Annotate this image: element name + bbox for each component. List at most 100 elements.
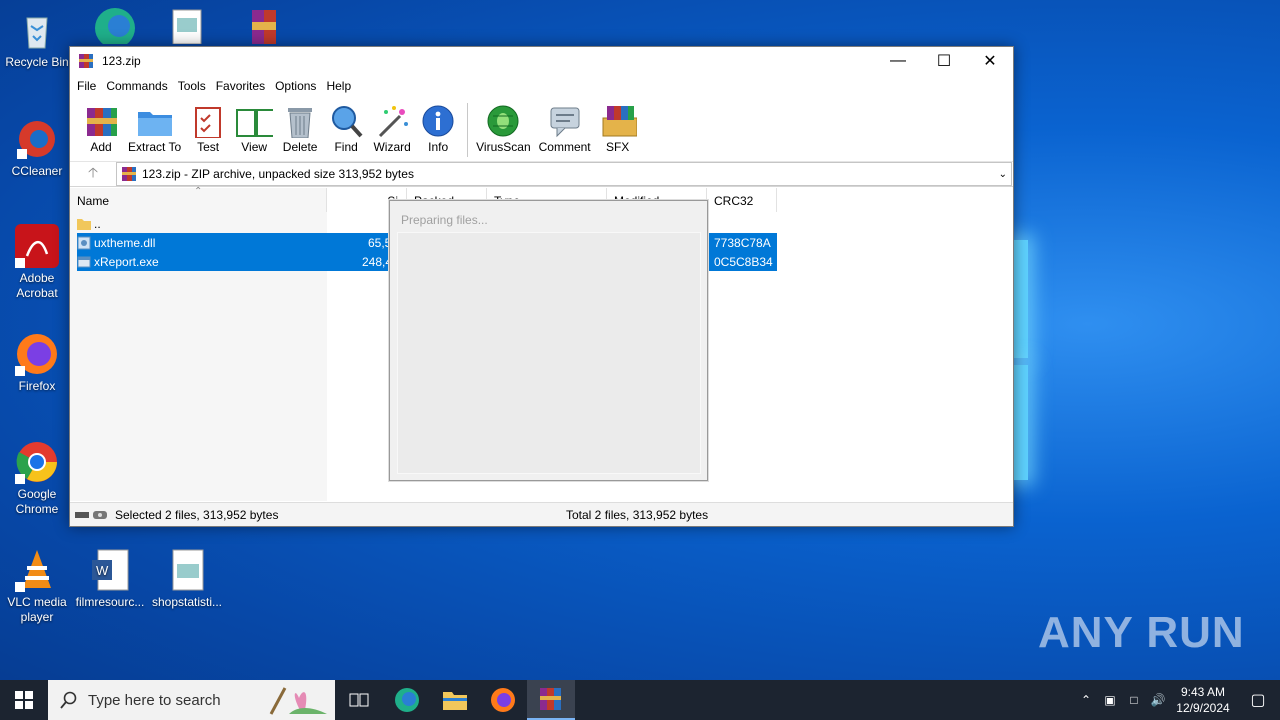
- folder-icon: [443, 692, 467, 710]
- minimize-button[interactable]: —: [875, 47, 921, 75]
- test-button[interactable]: Test: [189, 97, 227, 154]
- edge-icon: [91, 4, 135, 48]
- volume-icon[interactable]: 🔊: [1146, 693, 1170, 707]
- desktop-icon-image-file[interactable]: [151, 4, 223, 51]
- dialog-content-area: [397, 232, 701, 474]
- taskbar-winrar[interactable]: [527, 680, 575, 720]
- status-selected: Selected 2 files, 313,952 bytes: [115, 507, 279, 522]
- desktop-icon-label: Firefox: [18, 379, 56, 393]
- menu-favorites[interactable]: Favorites: [211, 79, 270, 93]
- up-arrow-icon[interactable]: 🡡: [70, 162, 116, 186]
- desktop-icon-ccleaner[interactable]: CCleaner: [1, 117, 73, 179]
- book-icon: [235, 103, 274, 139]
- sort-arrow-icon: ⌃: [194, 186, 203, 197]
- desktop-icon-firefox[interactable]: Firefox: [1, 332, 73, 394]
- clock-date: 12/9/2024: [1176, 701, 1230, 715]
- acrobat-icon: [15, 224, 59, 268]
- word-document-icon: W: [88, 548, 132, 592]
- desktop-icon-label: Google Chrome: [15, 487, 59, 516]
- clock[interactable]: 9:43 AM 12/9/2024: [1170, 684, 1236, 716]
- close-button[interactable]: ✕: [967, 47, 1013, 75]
- find-button[interactable]: Find: [327, 97, 365, 154]
- vlc-icon: [15, 548, 59, 592]
- toolbar: Add Extract To Test View Delete Find Wiz…: [70, 97, 1013, 162]
- task-view-icon: [349, 693, 369, 707]
- svg-text:W: W: [96, 563, 109, 578]
- virus-scan-icon: [484, 103, 522, 139]
- desktop-icon-edge[interactable]: [77, 4, 149, 51]
- comment-icon: [546, 103, 584, 139]
- image-file-icon: [165, 548, 209, 592]
- sfx-button[interactable]: SFX: [599, 97, 637, 154]
- anyrun-watermark: ANY RUN: [1038, 608, 1245, 657]
- desktop-icon-chrome[interactable]: Google Chrome: [1, 440, 73, 517]
- extract-to-button[interactable]: Extract To: [128, 97, 181, 154]
- window-title: 123.zip: [102, 54, 141, 68]
- search-box[interactable]: Type here to search: [48, 680, 335, 720]
- magic-wand-icon: [373, 103, 411, 139]
- column-name[interactable]: Name ⌃: [70, 186, 327, 212]
- info-icon: [419, 103, 457, 139]
- desktop-icon-label: Adobe Acrobat: [16, 271, 58, 300]
- preparing-files-dialog: Preparing files...: [389, 200, 708, 481]
- menu-commands[interactable]: Commands: [101, 79, 172, 93]
- system-tray: ⌃ ▣ □ 🔊 9:43 AM 12/9/2024 ▢: [1074, 680, 1280, 720]
- comment-button[interactable]: Comment: [539, 97, 591, 154]
- meet-now-icon[interactable]: ▣: [1098, 693, 1122, 707]
- virusscan-button[interactable]: VirusScan: [476, 97, 531, 154]
- chrome-icon: [15, 440, 59, 484]
- task-view-button[interactable]: [335, 680, 383, 720]
- status-bar: Selected 2 files, 313,952 bytes Total 2 …: [70, 502, 1013, 526]
- folder-icon: [136, 103, 174, 139]
- menu-bar: File Commands Tools Favorites Options He…: [70, 75, 1013, 97]
- desktop-icon-label: shopstatisti...: [151, 595, 223, 609]
- search-placeholder: Type here to search: [88, 691, 221, 709]
- path-combobox[interactable]: 123.zip - ZIP archive, unpacked size 313…: [116, 162, 1012, 186]
- edge-icon: [395, 688, 419, 712]
- desktop-icon-word-doc[interactable]: W filmresourc...: [74, 548, 146, 610]
- clipboard-check-icon: [189, 103, 227, 139]
- wizard-button[interactable]: Wizard: [373, 97, 411, 154]
- desktop-icon-image-doc[interactable]: shopstatisti...: [151, 548, 223, 610]
- taskbar-edge[interactable]: [383, 680, 431, 720]
- maximize-button[interactable]: ☐: [921, 47, 967, 75]
- network-icon[interactable]: □: [1122, 693, 1146, 707]
- winrar-icon: [540, 688, 561, 710]
- archive-icon: [121, 166, 137, 182]
- taskbar-file-explorer[interactable]: [431, 680, 479, 720]
- image-file-icon: [165, 4, 209, 48]
- archive-path: 123.zip - ZIP archive, unpacked size 313…: [142, 167, 414, 181]
- chevron-down-icon[interactable]: ⌄: [999, 169, 1007, 180]
- search-highlight-image: [261, 684, 331, 716]
- info-button[interactable]: Info: [419, 97, 457, 154]
- firefox-icon: [491, 688, 515, 712]
- desktop-icon-label: CCleaner: [11, 164, 63, 178]
- address-bar: 🡡 123.zip - ZIP archive, unpacked size 3…: [70, 162, 1013, 187]
- menu-options[interactable]: Options: [270, 79, 321, 93]
- desktop-icon-label: VLC media player: [7, 595, 67, 624]
- desktop-icon-recycle-bin[interactable]: Recycle Bin: [1, 8, 73, 70]
- menu-file[interactable]: File: [72, 79, 101, 93]
- clock-time: 9:43 AM: [1180, 685, 1226, 699]
- taskbar-firefox[interactable]: [479, 680, 527, 720]
- view-button[interactable]: View: [235, 97, 274, 154]
- desktop-icon-acrobat[interactable]: Adobe Acrobat: [1, 224, 73, 301]
- add-archive-icon: [82, 103, 120, 139]
- desktop-icon-vlc[interactable]: VLC media player: [1, 548, 73, 625]
- winrar-icon: [78, 53, 94, 69]
- delete-button[interactable]: Delete: [281, 97, 319, 154]
- ccleaner-icon: [15, 117, 59, 161]
- column-crc32[interactable]: CRC32: [707, 188, 777, 212]
- exe-file-icon: [77, 255, 91, 269]
- chevron-up-icon[interactable]: ⌃: [1074, 693, 1098, 707]
- menu-help[interactable]: Help: [321, 79, 356, 93]
- start-button[interactable]: [0, 680, 48, 720]
- notification-icon[interactable]: ▢: [1236, 690, 1280, 710]
- menu-tools[interactable]: Tools: [173, 79, 211, 93]
- add-button[interactable]: Add: [82, 97, 120, 154]
- recycle-bin-icon: [15, 8, 59, 52]
- search-icon: [60, 691, 78, 709]
- toolbar-separator: [467, 103, 469, 157]
- desktop-icon-winrar[interactable]: [226, 4, 298, 51]
- title-bar[interactable]: 123.zip — ☐ ✕: [70, 47, 1013, 75]
